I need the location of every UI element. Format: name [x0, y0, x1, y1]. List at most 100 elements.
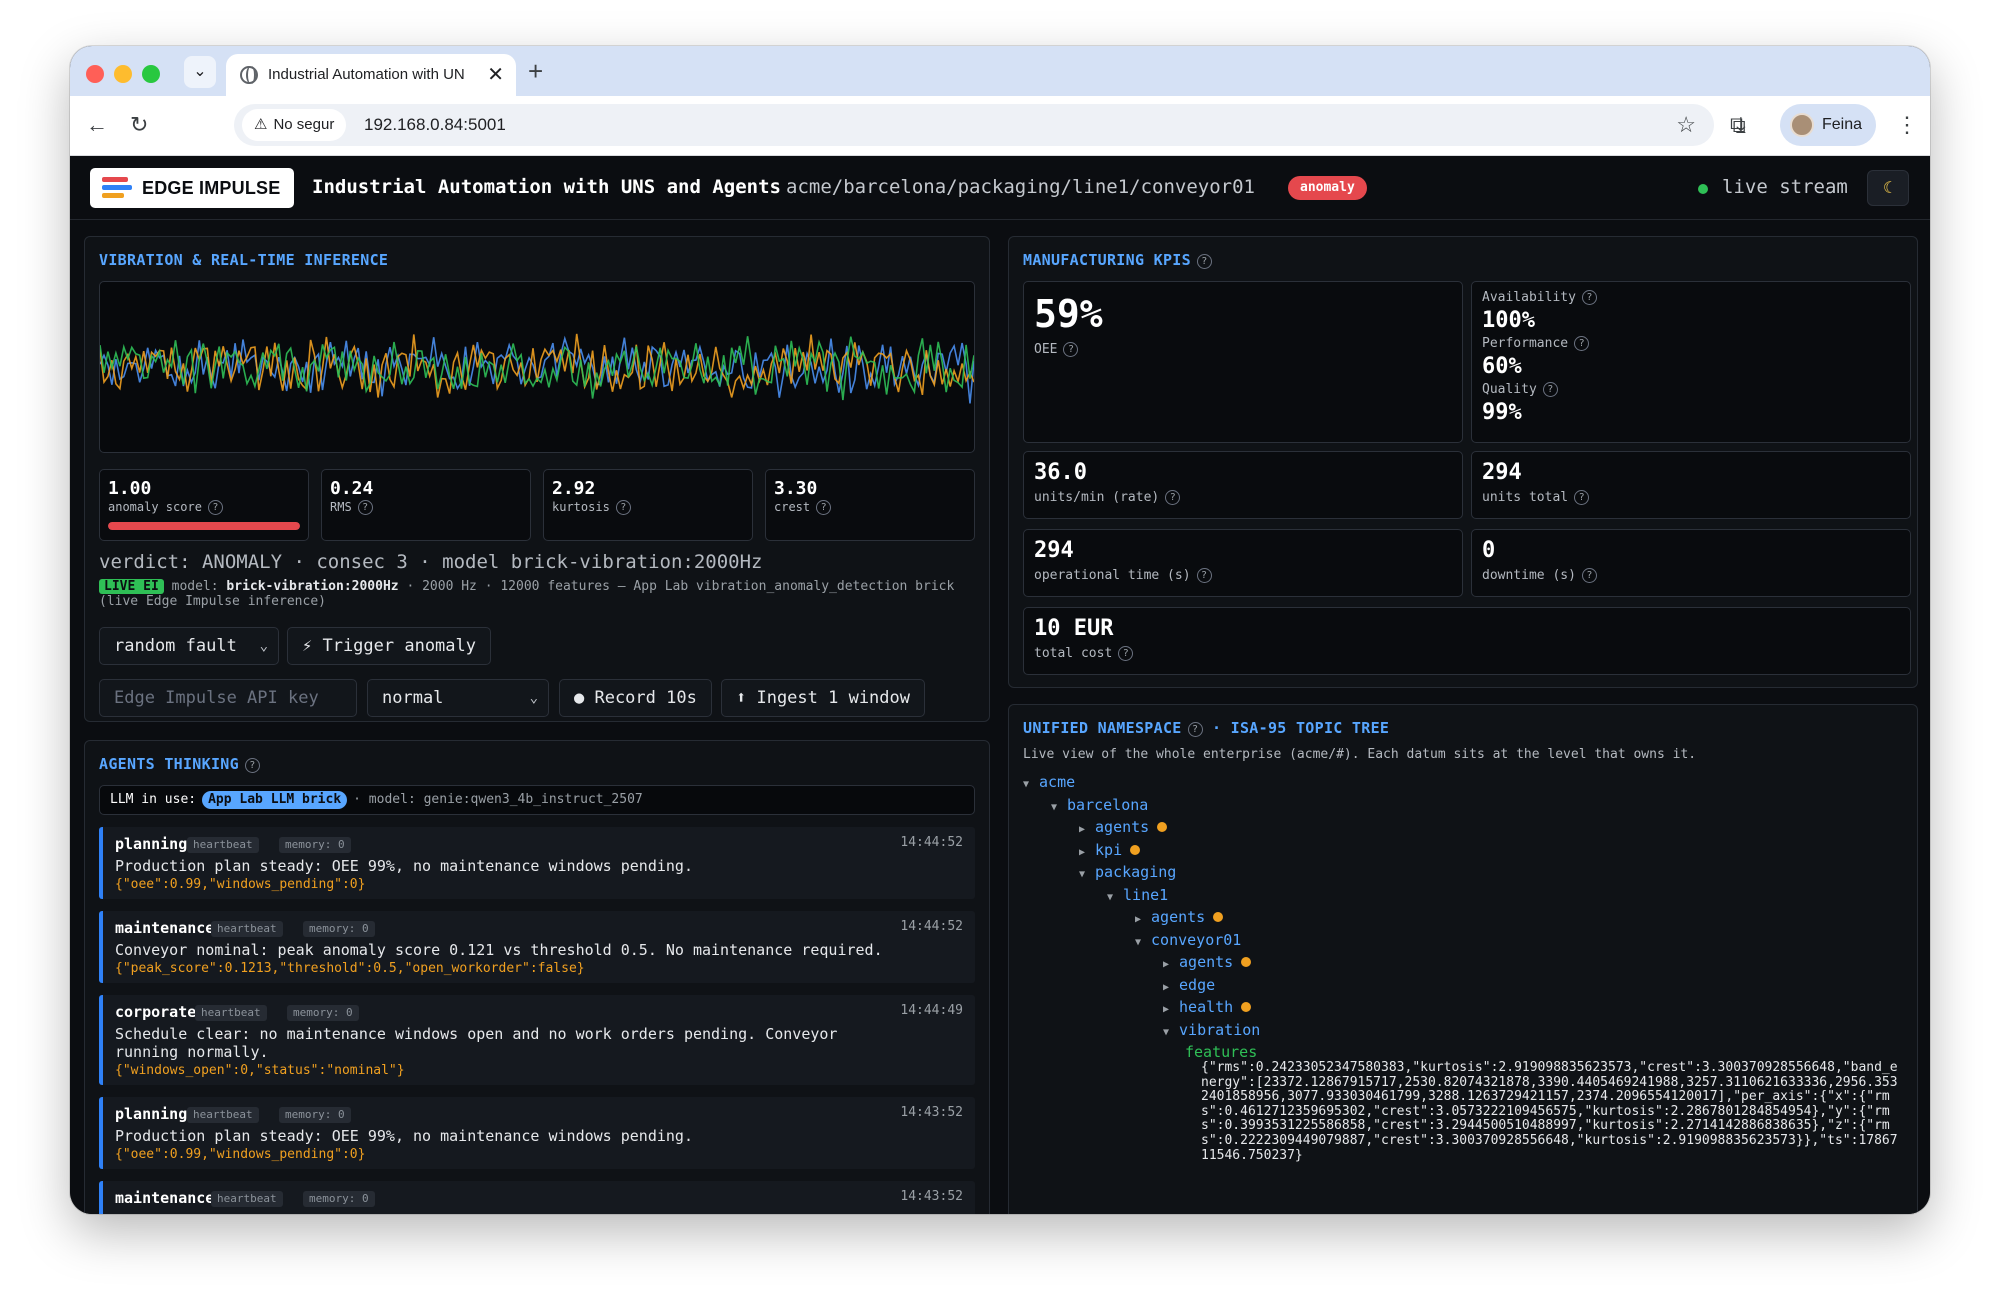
- security-label: No segur: [273, 116, 335, 133]
- caret-right-icon[interactable]: ▶: [1163, 1004, 1169, 1015]
- help-icon[interactable]: ?: [357, 500, 373, 515]
- caret-down-icon[interactable]: ▼: [1051, 802, 1057, 813]
- reload-icon[interactable]: ↻: [130, 112, 148, 138]
- help-icon[interactable]: ?: [1118, 646, 1134, 661]
- tree-node-packaging[interactable]: ▼ packaging: [1079, 863, 1176, 881]
- bookmark-star-icon[interactable]: ☆: [1676, 112, 1696, 138]
- mode-select[interactable]: normal ⌄: [367, 679, 549, 717]
- caret-down-icon[interactable]: ▼: [1079, 869, 1085, 880]
- tree-node-agents[interactable]: ▶ agents: [1163, 953, 1252, 971]
- trigger-anomaly-label: ⚡ Trigger anomaly: [302, 636, 476, 656]
- tree-node-label: agents: [1095, 818, 1150, 836]
- activity-indicator-icon: [1241, 1002, 1252, 1012]
- ingest-button[interactable]: ⬆ Ingest 1 window: [721, 679, 925, 717]
- warning-icon: ⚠: [254, 116, 268, 133]
- units-total-value: 294: [1482, 460, 1522, 485]
- kurtosis-metric: 2.92 kurtosis?: [543, 469, 753, 541]
- moon-icon: ☾: [1883, 178, 1893, 197]
- trigger-anomaly-button[interactable]: ⚡ Trigger anomaly: [287, 627, 491, 665]
- back-arrow-icon[interactable]: ←: [86, 112, 108, 138]
- caret-right-icon[interactable]: ▶: [1163, 959, 1169, 970]
- caret-down-icon[interactable]: ▼: [1107, 892, 1113, 903]
- help-icon[interactable]: ?: [1574, 490, 1590, 505]
- llm-chip: App Lab LLM brick: [202, 791, 348, 809]
- close-window-button[interactable]: [86, 65, 104, 83]
- edge-impulse-logo: EDGE IMPULSE: [90, 168, 294, 208]
- help-icon[interactable]: ?: [816, 500, 832, 515]
- help-icon[interactable]: ?: [1581, 568, 1597, 583]
- tree-node-label: acme: [1039, 773, 1076, 791]
- caret-down-icon[interactable]: ▼: [1135, 937, 1141, 948]
- maximize-window-button[interactable]: [142, 65, 160, 83]
- topic-path: acme/barcelona/packaging/line1/conveyor0…: [786, 176, 1255, 198]
- close-tab-icon[interactable]: ✕: [487, 62, 504, 87]
- help-icon[interactable]: ?: [1187, 722, 1203, 737]
- logo-text: EDGE IMPULSE: [142, 178, 281, 198]
- api-key-placeholder: Edge Impulse API key: [114, 688, 319, 708]
- help-icon[interactable]: ?: [1196, 254, 1212, 269]
- api-key-input[interactable]: Edge Impulse API key: [99, 679, 357, 717]
- help-icon[interactable]: ?: [1542, 382, 1558, 397]
- address-bar[interactable]: ⚠ No segur 192.168.0.84:5001 ☆: [234, 104, 1714, 146]
- agent-timestamp: 14:43:52: [900, 1105, 963, 1120]
- uns-panel-title: UNIFIED NAMESPACE? · ISA-95 TOPIC TREE: [1023, 719, 1390, 737]
- caret-right-icon[interactable]: ▶: [1135, 914, 1141, 925]
- theme-toggle-button[interactable]: ☾: [1867, 170, 1909, 206]
- caret-right-icon[interactable]: ▶: [1079, 824, 1085, 835]
- total-cost-label: total cost?: [1034, 646, 1134, 661]
- agent-payload: {"windows_open":0,"status":"nominal"}: [115, 1063, 405, 1078]
- tree-node-acme[interactable]: ▼ acme: [1023, 773, 1075, 791]
- url-text[interactable]: 192.168.0.84:5001: [364, 115, 506, 135]
- help-icon[interactable]: ?: [1196, 568, 1212, 583]
- help-icon[interactable]: ?: [1574, 336, 1590, 351]
- browser-window: ⌄ Industrial Automation with UN ✕ + ← ↻ …: [70, 46, 1930, 1214]
- new-tab-button[interactable]: +: [528, 56, 543, 86]
- help-icon[interactable]: ?: [244, 758, 260, 773]
- help-icon[interactable]: ?: [1165, 490, 1181, 505]
- rms-label: RMS?: [330, 500, 373, 515]
- quality-value: 99%: [1482, 400, 1522, 425]
- help-icon[interactable]: ?: [615, 500, 631, 515]
- help-icon[interactable]: ?: [1063, 342, 1079, 357]
- oee-card: 59% OEE?: [1023, 281, 1463, 443]
- help-icon[interactable]: ?: [1581, 290, 1597, 305]
- browser-tab[interactable]: Industrial Automation with UN ✕: [226, 54, 516, 96]
- tree-node-barcelona[interactable]: ▼ barcelona: [1051, 796, 1148, 814]
- caret-down-icon[interactable]: ▼: [1023, 779, 1029, 790]
- tree-node-agents[interactable]: ▶ agents: [1079, 818, 1168, 836]
- tree-leaf-features[interactable]: features: [1185, 1043, 1257, 1061]
- minimize-window-button[interactable]: [114, 65, 132, 83]
- agent-feed[interactable]: planning heartbeat memory: 0 14:44:52 Pr…: [99, 827, 975, 1214]
- tree-node-edge[interactable]: ▶ edge: [1163, 976, 1215, 994]
- tree-node-vibration[interactable]: ▼ vibration: [1163, 1021, 1260, 1039]
- fault-type-select[interactable]: random fault ⌄: [99, 627, 279, 665]
- profile-button[interactable]: Feina: [1780, 104, 1876, 146]
- tree-node-kpi[interactable]: ▶ kpi: [1079, 841, 1141, 859]
- record-button[interactable]: ● Record 10s: [559, 679, 712, 717]
- tree-node-agents[interactable]: ▶ agents: [1135, 908, 1224, 926]
- caret-down-icon[interactable]: ▼: [1163, 1027, 1169, 1038]
- caret-right-icon[interactable]: ▶: [1079, 847, 1085, 858]
- tree-node-conveyor01[interactable]: ▼ conveyor01: [1135, 931, 1241, 949]
- caret-right-icon[interactable]: ▶: [1163, 982, 1169, 993]
- anomaly-score-bar: [108, 522, 300, 530]
- download-icon[interactable]: ⤓: [1736, 112, 1746, 138]
- operational-time-value: 294: [1034, 538, 1074, 563]
- more-menu-icon[interactable]: ⋮: [1896, 112, 1918, 138]
- tree-node-line1[interactable]: ▼ line1: [1107, 886, 1168, 904]
- agent-timestamp: 14:43:52: [900, 1189, 963, 1204]
- help-icon[interactable]: ?: [207, 500, 223, 515]
- heartbeat-tag: heartbeat: [187, 837, 259, 853]
- activity-indicator-icon: [1157, 822, 1168, 832]
- downtime-value: 0: [1482, 538, 1496, 563]
- agent-name: maintenance: [115, 1189, 215, 1207]
- tree-node-label: health: [1179, 998, 1234, 1016]
- downtime-label: downtime (s)?: [1482, 568, 1597, 583]
- agent-payload: {"oee":0.99,"windows_pending":0}: [115, 877, 366, 892]
- tab-search-button[interactable]: ⌄: [184, 56, 216, 88]
- operational-time-label: operational time (s)?: [1034, 568, 1212, 583]
- uns-description: Live view of the whole enterprise (acme/…: [1023, 747, 1697, 762]
- tree-node-health[interactable]: ▶ health: [1163, 998, 1252, 1016]
- site-info-chip[interactable]: ⚠ No segur: [242, 109, 347, 141]
- total-cost-card: 10 EUR total cost?: [1023, 607, 1911, 675]
